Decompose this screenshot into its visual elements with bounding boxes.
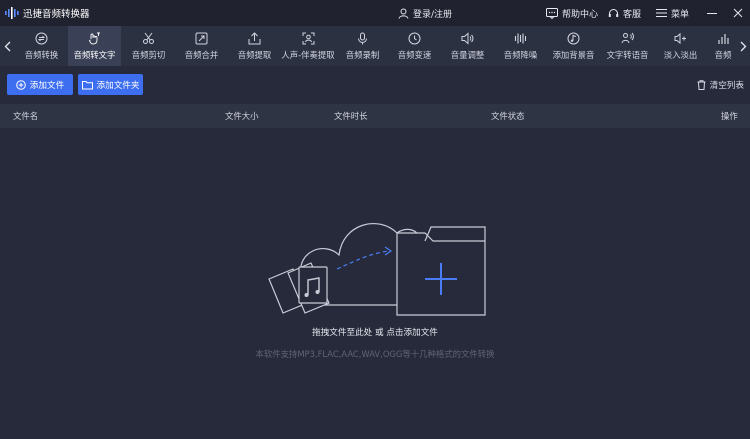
tool-audio-record[interactable]: 音频录制 — [336, 26, 389, 66]
denoise-icon — [514, 32, 527, 46]
swap-icon — [35, 32, 48, 46]
hamburger-icon — [656, 9, 667, 17]
tool-audio-cut[interactable]: 音频剪切 — [122, 26, 175, 66]
tool-audio-extract[interactable]: 音频提取 — [228, 26, 281, 66]
merge-icon — [195, 32, 208, 46]
folder-add-icon — [396, 226, 486, 316]
tool-fade-in-out[interactable]: 淡入淡出 — [654, 26, 707, 66]
customer-service-button[interactable]: 客服 — [608, 0, 641, 26]
help-center-button[interactable]: 帮助中心 — [546, 0, 598, 26]
tool-label: 音频录制 — [345, 49, 380, 60]
bg-music-icon — [567, 32, 580, 46]
customer-service-label: 客服 — [623, 9, 642, 20]
tool-label: 音频合并 — [184, 49, 219, 60]
tool-label: 音频降噪 — [503, 49, 538, 60]
music-files-icon — [268, 262, 330, 314]
close-icon — [733, 8, 743, 18]
extract-icon — [248, 32, 261, 46]
tool-label: 淡入淡出 — [663, 49, 698, 60]
column-header-file-status: 文件状态 — [491, 111, 525, 121]
tool-label: 音量调整 — [450, 49, 485, 60]
tool-audio-to-text[interactable]: 音频转文字 — [68, 26, 121, 66]
column-header-actions: 操作 — [721, 111, 738, 121]
add-folder-button[interactable]: 添加文件夹 — [78, 74, 143, 95]
vocal-extract-icon — [302, 32, 315, 46]
chevron-right-icon — [740, 41, 746, 51]
headset-icon — [608, 8, 619, 17]
plus-circle-icon — [15, 79, 26, 90]
menu-button[interactable]: 菜单 — [656, 0, 689, 26]
title-bar: 迅捷音频转换器 登录/注册 帮助中心 客服 菜单 — [0, 0, 750, 26]
tool-add-background-music[interactable]: 添加背景音 — [547, 26, 600, 66]
tool-label: 添加背景音 — [552, 49, 595, 60]
dashed-arrow-icon — [336, 246, 393, 270]
help-chat-icon — [546, 7, 558, 19]
column-header-file-duration: 文件时长 — [334, 111, 368, 121]
text-to-speech-icon — [621, 32, 634, 46]
tool-text-to-speech[interactable]: 文字转语音 — [601, 26, 654, 66]
function-toolbar: 音频转换 音频转文字 音频剪切 音频合并 音频提取 人声-伴奏提取 音频录制 音… — [0, 26, 750, 66]
drop-hint-text: 拖拽文件至此处 或 点击添加文件 — [312, 328, 438, 338]
trash-icon — [697, 79, 706, 90]
add-file-label: 添加文件 — [29, 80, 65, 91]
tool-audio-merge[interactable]: 音频合并 — [175, 26, 228, 66]
drop-zone-illustration[interactable] — [255, 205, 495, 320]
tool-volume-adjust[interactable]: 音量调整 — [441, 26, 494, 66]
clear-list-button[interactable]: 清空列表 — [697, 74, 744, 95]
tool-label: 音频变速 — [397, 49, 432, 60]
tool-label: 音频 — [714, 49, 732, 60]
tool-label: 人声-伴奏提取 — [281, 49, 335, 60]
speed-icon — [408, 32, 421, 46]
tool-audio-denoise[interactable]: 音频降噪 — [494, 26, 547, 66]
toolbar-scroll-left-button[interactable] — [0, 26, 14, 66]
microphone-icon — [356, 32, 369, 46]
menu-label: 菜单 — [671, 9, 690, 20]
hand-text-icon — [88, 32, 101, 46]
column-header-file-name: 文件名 — [13, 111, 39, 121]
volume-icon — [461, 32, 474, 46]
app-title: 迅捷音频转换器 — [23, 9, 90, 20]
user-icon — [398, 8, 409, 19]
app-logo-icon — [5, 7, 19, 19]
tool-audio-speed[interactable]: 音频变速 — [388, 26, 441, 66]
add-folder-label: 添加文件夹 — [96, 80, 140, 91]
supported-formats-text: 本软件支持MP3,FLAC,AAC,WAV,OGG等十几种格式的文件转换 — [255, 349, 495, 359]
column-header-file-size: 文件大小 — [225, 111, 259, 121]
tool-audio-convert[interactable]: 音频转换 — [15, 26, 68, 66]
fade-icon — [674, 32, 687, 46]
login-label: 登录/注册 — [413, 9, 453, 20]
toolbar-scroll-right-button[interactable] — [736, 26, 750, 66]
tool-label: 音频剪切 — [131, 49, 166, 60]
help-center-label: 帮助中心 — [562, 9, 599, 20]
tool-label: 音频提取 — [237, 49, 272, 60]
clear-list-label: 清空列表 — [709, 80, 744, 91]
scissors-icon — [142, 32, 155, 46]
minimize-icon — [707, 13, 717, 14]
minimize-button[interactable] — [700, 0, 724, 26]
tool-audio-more[interactable]: 音频 — [706, 26, 740, 66]
tool-vocal-extract[interactable]: 人声-伴奏提取 — [279, 26, 337, 66]
login-button[interactable]: 登录/注册 — [398, 0, 452, 26]
tool-label: 音频转文字 — [73, 49, 116, 60]
tool-label: 文字转语音 — [606, 49, 649, 60]
tool-label: 音频转换 — [24, 49, 59, 60]
chevron-left-icon — [4, 41, 10, 51]
add-file-button[interactable]: 添加文件 — [7, 74, 73, 95]
file-table-header: 文件名 文件大小 文件时长 文件状态 操作 — [0, 104, 750, 128]
bars-icon — [717, 32, 730, 46]
close-button[interactable] — [726, 0, 750, 26]
folder-icon — [81, 80, 93, 89]
